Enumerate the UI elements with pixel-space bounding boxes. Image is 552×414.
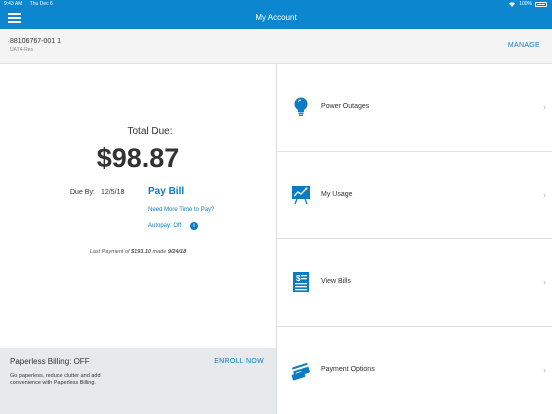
account-bar: 88106767-001 1 UAT4-Res MANAGE: [0, 29, 552, 64]
last-payment-mid: made: [152, 249, 167, 255]
chevron-right-icon: ›: [543, 277, 546, 287]
chevron-right-icon: ›: [543, 189, 546, 200]
due-by-label: Due By:: [70, 189, 95, 196]
app-header: 9:43 AM Thu Dec 6 100% My Account: [0, 0, 552, 29]
total-due-label: Total Due:: [127, 126, 173, 137]
menu-item-label: My Usage: [321, 190, 353, 198]
usage-chart-icon: [292, 185, 310, 204]
menu-item-label: Payment Options: [321, 365, 375, 373]
svg-text:$: $: [296, 274, 301, 283]
last-payment-text: Last Payment of $193.10 made 9/24/18: [0, 249, 276, 255]
account-type: UAT4-Res: [10, 47, 33, 53]
paperless-billing-panel: Paperless Billing: OFF ENROLL NOW Go pap…: [0, 348, 276, 414]
last-payment-amount: $193.10: [131, 249, 151, 255]
menu-item-my-usage[interactable]: My Usage ›: [277, 152, 552, 239]
payment-card-icon: [291, 362, 310, 380]
paperless-description: Go paperless, reduce clutter and add con…: [10, 373, 101, 386]
manage-button[interactable]: MANAGE: [508, 42, 540, 49]
due-date: 12/5/18: [101, 189, 125, 196]
status-bar-left: 9:43 AM Thu Dec 6: [4, 1, 59, 7]
status-bar-right: 100%: [508, 1, 547, 7]
info-icon[interactable]: i: [190, 222, 198, 230]
battery-icon: [535, 1, 547, 7]
menu-item-label: Power Outages: [321, 103, 370, 110]
total-due-amount: $98.87: [96, 143, 180, 173]
last-payment-date: 9/24/18: [167, 249, 187, 255]
lightbulb-icon: [294, 97, 308, 116]
account-number: 88106767-001 1: [10, 38, 61, 45]
chevron-right-icon: ›: [543, 102, 546, 112]
bill-document-icon: $: [293, 272, 309, 292]
menu-item-label: View Bills: [321, 278, 351, 285]
status-time: 9:43 AM: [4, 1, 23, 7]
menu-item-view-bills[interactable]: $ View Bills ›: [277, 239, 552, 327]
last-payment-prefix: Last Payment of: [89, 249, 130, 255]
wifi-icon: [509, 2, 516, 7]
more-time-link[interactable]: Need More Time to Pay?: [148, 207, 214, 213]
pay-bill-button[interactable]: Pay Bill: [148, 186, 184, 197]
account-menu: Power Outages › My Usage › $ View Bills …: [277, 64, 552, 414]
menu-item-payment-options[interactable]: Payment Options ›: [277, 327, 552, 414]
menu-item-power-outages[interactable]: Power Outages ›: [277, 64, 552, 152]
autopay-status-link[interactable]: Autopay: Off: [148, 223, 181, 229]
enroll-now-button[interactable]: ENROLL NOW: [214, 358, 264, 365]
battery-percent: 100%: [519, 1, 532, 7]
bill-summary-panel: Total Due: $98.87 Due By: 12/5/18 Pay Bi…: [0, 64, 276, 348]
paperless-title: Paperless Billing: OFF: [10, 357, 90, 366]
status-date: Thu Dec 6: [29, 1, 53, 7]
chevron-right-icon: ›: [543, 364, 546, 375]
page-title: My Account: [255, 13, 297, 22]
